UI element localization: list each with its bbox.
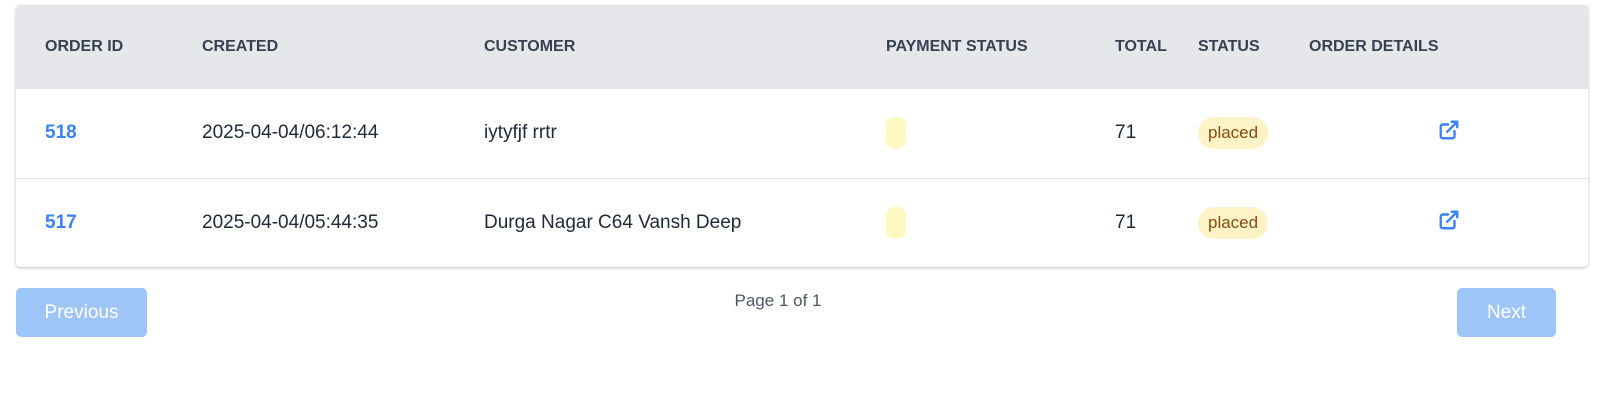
total-cell: 71 [1115, 211, 1137, 233]
external-link-icon[interactable] [1438, 119, 1460, 141]
header-order-details: ORDER DETAILS [1309, 38, 1439, 55]
next-button[interactable]: Next [1457, 288, 1556, 337]
total-cell: 71 [1115, 122, 1137, 144]
table-row: 517 2025-04-04/05:44:35 Durga Nagar C64 … [16, 178, 1588, 267]
payment-status-cell [886, 89, 1115, 178]
order-id-link[interactable]: 517 [45, 212, 77, 233]
payment-status-badge [886, 117, 906, 150]
orders-table-card: ORDER ID CREATED CUSTOMER PAYMENT STATUS… [16, 5, 1588, 267]
created-cell: 2025-04-04/06:12:44 [202, 122, 379, 144]
customer-cell: iytyfjf rrtr [484, 122, 557, 144]
header-payment-status: PAYMENT STATUS [886, 38, 1028, 55]
table-header-row: ORDER ID CREATED CUSTOMER PAYMENT STATUS… [16, 5, 1588, 89]
pagination: Previous Page 1 of 1 Next [16, 288, 1556, 338]
header-created: CREATED [202, 38, 279, 55]
order-details-cell [1309, 89, 1588, 178]
order-details-cell [1309, 178, 1588, 267]
header-total: TOTAL [1115, 38, 1167, 55]
status-badge: placed [1198, 206, 1269, 239]
order-id-cell: 517 [16, 178, 202, 267]
payment-status-badge [886, 206, 906, 239]
header-customer: CUSTOMER [484, 38, 576, 55]
order-id-link[interactable]: 518 [45, 122, 77, 143]
payment-status-cell [886, 178, 1115, 267]
external-link-icon[interactable] [1438, 209, 1460, 231]
header-order-id: ORDER ID [45, 38, 124, 55]
created-cell: 2025-04-04/05:44:35 [202, 211, 379, 233]
status-cell: placed [1198, 89, 1309, 178]
header-status: STATUS [1198, 38, 1260, 55]
status-cell: placed [1198, 178, 1309, 267]
customer-cell: Durga Nagar C64 Vansh Deep [484, 211, 742, 233]
orders-table: ORDER ID CREATED CUSTOMER PAYMENT STATUS… [16, 5, 1588, 267]
order-id-cell: 518 [16, 89, 202, 178]
table-row: 518 2025-04-04/06:12:44 iytyfjf rrtr 71 … [16, 89, 1588, 178]
status-badge: placed [1198, 117, 1269, 150]
page-info: Page 1 of 1 [734, 291, 822, 310]
